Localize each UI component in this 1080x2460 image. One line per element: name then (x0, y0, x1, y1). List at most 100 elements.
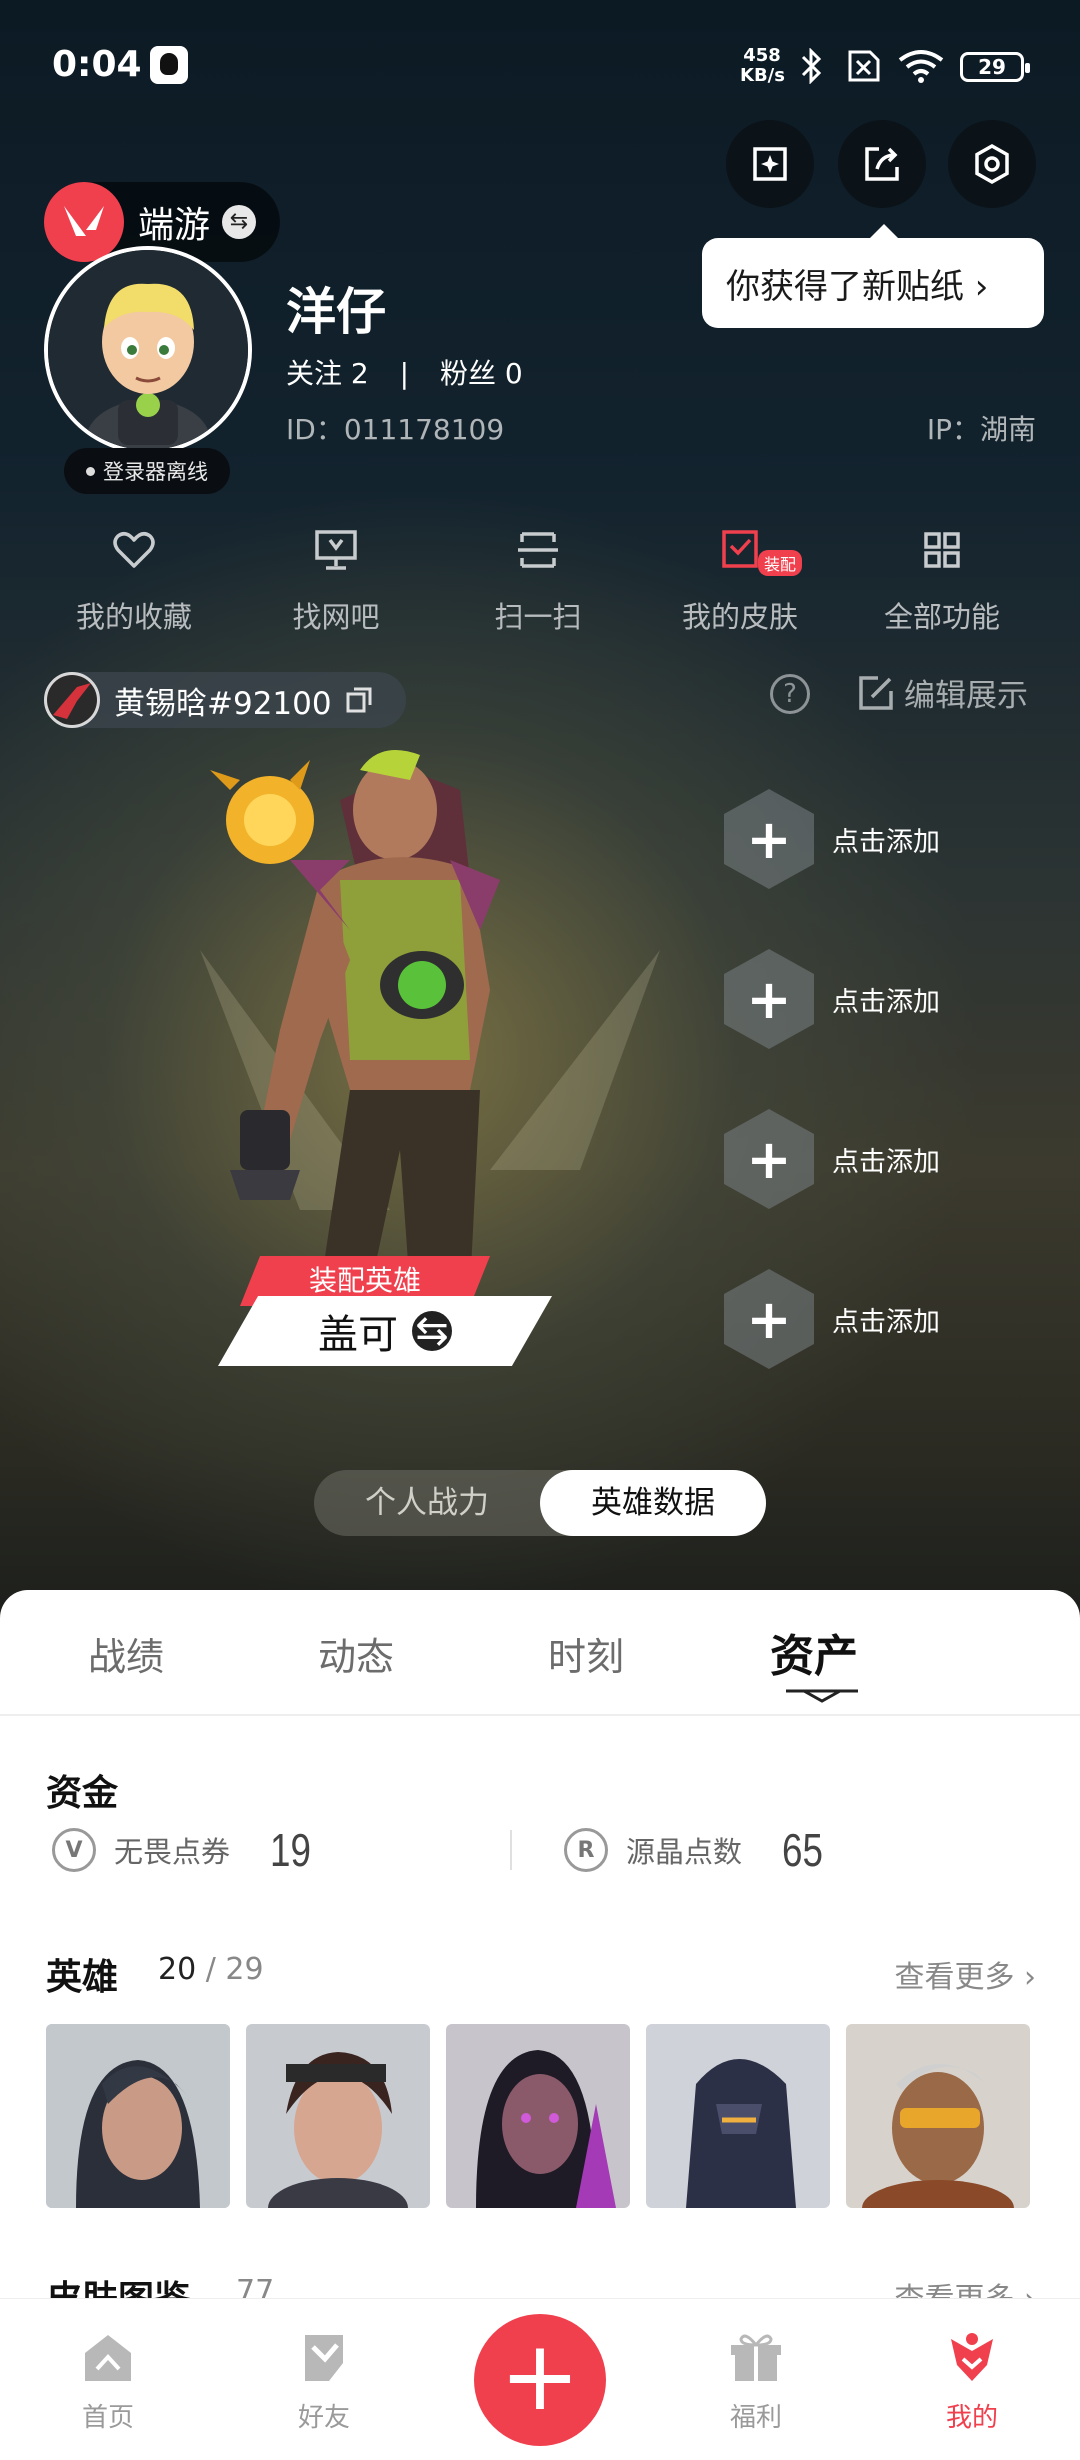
hero-portrait[interactable] (646, 2024, 830, 2208)
plus-icon: + (724, 949, 814, 1049)
fund-value: 19 (270, 1824, 311, 1876)
menu-label: 扫一扫 (494, 600, 582, 634)
sticker-button[interactable] (726, 120, 814, 208)
swap-icon: ⇆ (222, 205, 257, 239)
menu-label: 我的皮肤 (681, 600, 798, 634)
bluetooth-icon (796, 47, 826, 85)
stats-segment-control[interactable]: 个人战力 英雄数据 (314, 1470, 766, 1536)
friends-icon (305, 2335, 343, 2381)
menu-scan[interactable]: 扫一扫 (438, 520, 638, 636)
radianite-icon: R (564, 1828, 608, 1872)
create-post-button[interactable]: + (474, 2314, 606, 2446)
network-speed: 458 KB/s (740, 45, 785, 86)
segment-hero-data[interactable]: 英雄数据 (540, 1470, 766, 1536)
valorant-points-icon: V (52, 1828, 96, 1872)
nav-friends[interactable]: 好友 (264, 2329, 384, 2434)
add-slot-label: 点击添加 (832, 826, 940, 858)
menu-label: 找网吧 (292, 600, 380, 634)
hero-portrait[interactable] (46, 2024, 230, 2208)
valorant-logo-icon (44, 182, 124, 262)
tab-record[interactable]: 战绩 (88, 1626, 164, 1681)
nav-label: 首页 (81, 2403, 134, 2433)
tooltip-text: 你获得了新贴纸 › (726, 266, 989, 307)
monitor-icon (315, 530, 357, 570)
account-card-icon (44, 672, 100, 728)
menu-my-skins[interactable]: 装配 我的皮肤 (640, 520, 840, 636)
segment-personal-power[interactable]: 个人战力 (314, 1470, 540, 1536)
fans-count: 0 (504, 357, 523, 390)
fund-label: 无畏点券 (114, 1835, 231, 1869)
nav-label: 我的 (945, 2403, 998, 2433)
menu-favorites[interactable]: 我的收藏 (34, 520, 234, 636)
add-slot-1[interactable]: + 点击添加 (724, 784, 1024, 894)
plus-icon: + (724, 1109, 814, 1209)
nav-welfare[interactable]: 福利 (696, 2329, 816, 2434)
wifi-icon (896, 48, 946, 84)
menu-label: 全部功能 (883, 600, 1000, 634)
menu-all-features[interactable]: 全部功能 (842, 520, 1042, 636)
edit-showcase-label: 编辑展示 (904, 678, 1028, 714)
tabs-divider (0, 1714, 1080, 1716)
follow-count: 2 (350, 357, 369, 390)
equip-tag: 装配 (758, 550, 803, 576)
nav-label: 福利 (729, 2403, 782, 2433)
stats-separator: | (399, 357, 410, 390)
add-slot-label: 点击添加 (832, 1146, 940, 1178)
edit-icon (859, 675, 893, 710)
avatar[interactable] (44, 246, 252, 454)
heroes-owned: 20 (158, 1952, 197, 1987)
fans-label: 粉丝 (440, 357, 497, 390)
skin-icon (722, 530, 758, 568)
status-time: 0:04 (52, 44, 142, 85)
game-account-pill[interactable]: 黄锡晗#92100 (44, 672, 406, 728)
scan-icon (518, 532, 558, 568)
fund-radianite-points: R 源晶点数 65 (564, 1820, 833, 1880)
funds-title: 资金 (46, 1773, 119, 1814)
equipped-hero-illustration (210, 750, 500, 1290)
plus-icon: + (724, 789, 814, 889)
settings-button[interactable] (948, 120, 1036, 208)
heroes-count: 20 / 29 (158, 1952, 264, 1987)
fund-label: 源晶点数 (626, 1835, 743, 1869)
home-icon (85, 2335, 131, 2381)
heroes-see-more[interactable]: 查看更多 › (894, 1952, 1036, 1996)
new-sticker-tooltip[interactable]: 你获得了新贴纸 › (702, 224, 1044, 328)
swap-icon: ⇆ (412, 1311, 452, 1351)
hero-portrait[interactable] (846, 2024, 1030, 2208)
add-slot-label: 点击添加 (832, 1306, 940, 1338)
login-status-pill: 登录器离线 (64, 448, 230, 494)
tab-moments[interactable]: 时刻 (548, 1626, 624, 1681)
share-button[interactable] (838, 120, 926, 208)
hero-portrait[interactable] (246, 2024, 430, 2208)
battery-indicator: 29 (960, 52, 1030, 82)
hero-portrait[interactable] (446, 2024, 630, 2208)
heroes-total: / 29 (205, 1952, 264, 1987)
menu-find-cafe[interactable]: 找网吧 (236, 520, 436, 636)
add-slot-2[interactable]: + 点击添加 (724, 944, 1024, 1054)
heroes-title: 英雄 (46, 1957, 119, 1998)
nav-label: 好友 (297, 2403, 350, 2433)
sticker-icon (753, 147, 787, 181)
help-icon[interactable]: ? (770, 674, 810, 714)
edit-showcase-button[interactable]: 编辑展示 (856, 670, 1028, 715)
heart-icon (113, 532, 155, 568)
grid-icon (924, 532, 960, 568)
add-slot-4[interactable]: + 点击添加 (724, 1264, 1024, 1374)
follow-stats[interactable]: 关注 2 | 粉丝 0 (286, 352, 523, 392)
follow-label: 关注 (286, 357, 343, 390)
add-slot-3[interactable]: + 点击添加 (724, 1104, 1024, 1214)
tab-assets[interactable]: 资产 (770, 1620, 858, 1684)
no-sim-icon (842, 48, 882, 84)
game-name: 端游 (138, 205, 211, 246)
nav-me[interactable]: 我的 (912, 2329, 1032, 2434)
profile-icon (951, 2333, 993, 2381)
hero-name-plate[interactable]: 盖可 ⇆ (218, 1296, 552, 1366)
menu-label: 我的收藏 (75, 600, 192, 634)
add-slot-label: 点击添加 (832, 986, 940, 1018)
nav-home[interactable]: 首页 (48, 2329, 168, 2434)
fund-divider (510, 1830, 512, 1870)
copy-icon[interactable] (344, 685, 374, 715)
tab-feed[interactable]: 动态 (318, 1626, 394, 1681)
account-name: 黄锡晗#92100 (114, 685, 332, 722)
plus-icon: + (499, 2320, 581, 2432)
